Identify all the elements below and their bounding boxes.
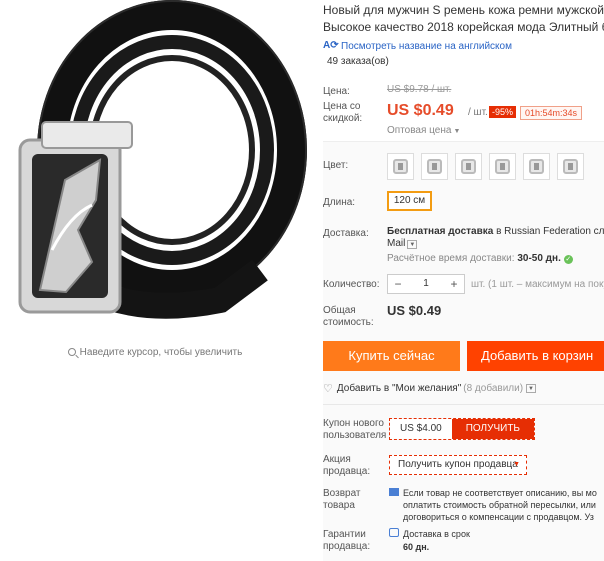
buy-now-button[interactable]: Купить сейчас xyxy=(323,341,460,371)
wholesale-price-toggle[interactable]: Оптовая цена ▼ xyxy=(387,125,460,136)
caret-down-icon: ▼ xyxy=(513,461,520,468)
translate-icon: A⟳ xyxy=(323,40,339,51)
caret-down-icon: ▼ xyxy=(453,128,461,135)
product-title-line: Новый для мужчин S ремень кожа ремни муж… xyxy=(323,3,604,17)
return-policy-icon xyxy=(389,488,399,496)
quantity-label: Количество: xyxy=(323,279,380,290)
heart-icon: ♡ xyxy=(323,383,333,395)
returns-policy-line: Если товар не соответствует описанию, вы… xyxy=(403,488,597,498)
buckle-thumbnail-icon xyxy=(529,159,544,174)
color-swatch[interactable] xyxy=(421,153,448,180)
chevron-down-icon[interactable]: ▼ xyxy=(407,240,418,249)
buckle-thumbnail-icon xyxy=(495,159,510,174)
sale-price: US $0.49 xyxy=(387,102,454,119)
wishlist-link[interactable]: ♡ Добавить в "Мои желания" (8 добавили) … xyxy=(323,382,537,395)
buckle-thumbnail-icon xyxy=(393,159,408,174)
quantity-note: шт. (1 шт. – максимум на поку xyxy=(471,279,604,290)
check-icon: ✓ xyxy=(563,255,573,264)
discount-badge: -95% xyxy=(489,106,517,118)
buckle-thumbnail-icon xyxy=(461,159,476,174)
price-label: Цена: xyxy=(323,86,350,97)
seller-promo-label-line: продавца: xyxy=(323,466,371,477)
translate-link-text[interactable]: Посмотреть название на английском xyxy=(341,41,512,52)
delivery-time-value: 30-50 дн. xyxy=(517,253,561,264)
sale-price-label-line: Цена со xyxy=(323,101,361,112)
original-price: US $9.78 / шт. xyxy=(387,84,452,95)
new-user-coupon-label: Купон нового пользователя xyxy=(323,418,386,442)
wishlist-text[interactable]: Добавить в "Мои желания" xyxy=(337,383,461,394)
product-title: Новый для мужчин S ремень кожа ремни муж… xyxy=(323,2,604,36)
orders-count: 49 заказа(ов) xyxy=(327,56,389,67)
color-swatch[interactable] xyxy=(557,153,584,180)
quantity-decrease-button[interactable]: − xyxy=(388,275,408,293)
seller-coupon-select-text[interactable]: Получить купон продавца xyxy=(398,459,518,470)
delivery-time: Расчётное время доставки: 30-50 дн. ✓ xyxy=(387,253,573,264)
shipping-carrier-select[interactable]: Mail ▼ xyxy=(387,238,418,249)
wishlist-count: (8 добавили) xyxy=(463,383,524,394)
returns-policy: Если товар не соответствует описанию, вы… xyxy=(389,487,597,523)
countdown-timer: 01h:54m:34s xyxy=(520,106,583,120)
coupon-amount: US $4.00 xyxy=(390,419,452,439)
guarantee-label-line: продавца: xyxy=(323,541,371,552)
translate-link[interactable]: A⟳ Посмотреть название на английском xyxy=(323,40,512,52)
returns-label: Возврат товара xyxy=(323,488,361,512)
product-image[interactable] xyxy=(0,0,310,338)
length-option-selected[interactable]: 120 см xyxy=(387,191,432,211)
color-swatch[interactable] xyxy=(387,153,414,180)
seller-guarantee: Доставка в срок 60 дн. xyxy=(389,528,470,554)
seller-promo-label: Акция продавца: xyxy=(323,454,370,478)
per-unit: / шт. xyxy=(468,107,488,118)
zoom-hint-text: Наведите курсор, чтобы увеличить xyxy=(79,347,243,358)
total-price: US $0.49 xyxy=(387,303,442,318)
returns-label-line: товара xyxy=(323,500,355,511)
get-coupon-button[interactable]: ПОЛУЧИТЬ xyxy=(451,419,534,439)
shipping-destination: в Russian Federation слу xyxy=(493,226,604,237)
product-info: Новый для мужчин S ремень кожа ремни муж… xyxy=(323,0,604,561)
product-title-line: Высокое качество 2018 корейская мода Эли… xyxy=(323,20,604,34)
seller-coupon-select[interactable]: Получить купон продавца ▼ xyxy=(389,455,527,475)
color-swatch[interactable] xyxy=(455,153,482,180)
new-user-coupon: US $4.00 ПОЛУЧИТЬ xyxy=(389,418,535,440)
guarantee-line: Доставка в срок xyxy=(403,529,470,539)
free-shipping-text: Бесплатная доставка xyxy=(387,226,494,237)
delivery-time-label: Расчётное время доставки: xyxy=(387,253,518,264)
length-label: Длина: xyxy=(323,197,356,208)
guarantee-days: 60 дн. xyxy=(403,542,430,552)
quantity-increase-button[interactable]: + xyxy=(444,275,464,293)
chevron-down-icon[interactable]: ▼ xyxy=(526,384,537,393)
guarantee-label-line: Гарантии xyxy=(323,529,366,540)
quantity-input[interactable]: 1 xyxy=(408,275,444,293)
seller-promo-label-line: Акция xyxy=(323,454,351,465)
sale-price-label: Цена со скидкой: xyxy=(323,101,362,125)
zoom-hint: Наведите курсор, чтобы увеличить xyxy=(0,347,310,358)
returns-policy-line: оплатить стоимость обратной пересылки, и… xyxy=(403,500,596,510)
shipping-method: Бесплатная доставка в Russian Federation… xyxy=(387,226,604,237)
divider xyxy=(323,404,604,405)
color-swatches xyxy=(387,153,591,180)
shipping-carrier[interactable]: Mail xyxy=(387,238,405,249)
delivery-guarantee-icon xyxy=(389,528,399,537)
color-swatch[interactable] xyxy=(489,153,516,180)
quantity-stepper: − 1 + xyxy=(387,274,465,294)
color-label: Цвет: xyxy=(323,160,349,171)
sale-price-label-line: скидкой: xyxy=(323,113,363,124)
wholesale-price-text[interactable]: Оптовая цена xyxy=(387,125,451,136)
new-user-coupon-label-line: пользователя xyxy=(323,430,387,441)
buckle-thumbnail-icon xyxy=(563,159,578,174)
total-label: Общая стоимость: xyxy=(323,305,374,329)
color-swatch[interactable] xyxy=(523,153,550,180)
guarantee-label: Гарантии продавца: xyxy=(323,529,370,553)
returns-policy-line: договориться о компенсации с продавцом. … xyxy=(403,512,594,522)
shipping-label: Доставка: xyxy=(323,228,369,239)
returns-label-line: Возврат xyxy=(323,488,361,499)
buckle-thumbnail-icon xyxy=(427,159,442,174)
magnifier-icon xyxy=(67,348,76,356)
total-label-line: стоимость: xyxy=(323,317,374,328)
total-label-line: Общая xyxy=(323,305,356,316)
product-gallery: Наведите курсор, чтобы увеличить xyxy=(0,0,310,561)
new-user-coupon-label-line: Купон нового xyxy=(323,418,384,429)
add-to-cart-button[interactable]: Добавить в корзин xyxy=(467,341,604,371)
